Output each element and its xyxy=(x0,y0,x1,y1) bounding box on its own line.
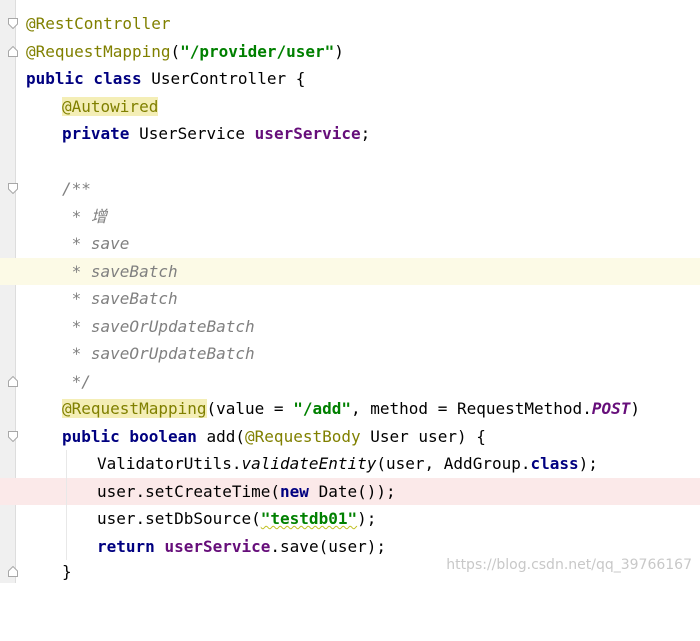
code-line-17[interactable]: ValidatorUtils.validateEntity(user, AddG… xyxy=(0,450,700,478)
fold-marker-icon[interactable] xyxy=(8,430,18,442)
static-constant: POST xyxy=(591,399,631,418)
doc-comment: /** xyxy=(62,179,91,198)
keyword: private xyxy=(62,124,130,143)
code-line-5[interactable]: private UserService userService; xyxy=(0,120,700,148)
static-method: validateEntity xyxy=(241,454,377,473)
code-text: , method = RequestMethod. xyxy=(351,399,592,418)
code-line-18-highlighted[interactable]: user.setCreateTime(new Date()); xyxy=(0,477,700,505)
string-literal: "/provider/user" xyxy=(180,41,335,61)
annotation: @RestController xyxy=(26,14,171,33)
code-line-2[interactable]: @RequestMapping("/provider/user") xyxy=(0,38,700,66)
annotation-highlighted: @Autowired xyxy=(62,96,159,116)
code-text: UserService xyxy=(129,124,255,143)
code-text: ) xyxy=(334,41,344,61)
indent-guide xyxy=(66,532,67,560)
code-line-10-current[interactable]: * saveBatch xyxy=(0,257,700,285)
code-text: } xyxy=(62,562,72,581)
fold-marker-icon[interactable] xyxy=(8,566,18,577)
code-text: ); xyxy=(578,454,598,473)
doc-comment: * saveOrUpdateBatch xyxy=(62,344,255,363)
doc-comment: * saveOrUpdateBatch xyxy=(62,316,255,336)
annotation: @RequestBody xyxy=(245,426,361,446)
code-text: add( xyxy=(196,426,246,446)
code-line-12[interactable]: * saveOrUpdateBatch xyxy=(0,313,700,341)
code-line-20[interactable]: return userService.save(user); xyxy=(0,532,700,560)
string-literal: "/add" xyxy=(293,399,351,418)
doc-comment: * 增 xyxy=(62,206,107,226)
field-name: userService xyxy=(254,124,361,143)
annotation-highlighted: @RequestMapping xyxy=(62,399,207,418)
code-text: (user, AddGroup. xyxy=(376,454,531,473)
fold-marker-icon[interactable] xyxy=(8,18,18,29)
code-text: ( xyxy=(170,41,181,61)
code-text: User user) { xyxy=(360,426,486,446)
code-text: user.setCreateTime( xyxy=(97,481,281,501)
doc-comment: * save xyxy=(62,234,130,253)
code-line-8[interactable]: * 增 xyxy=(0,203,700,231)
doc-comment: */ xyxy=(62,371,91,391)
code-text: ); xyxy=(357,509,377,528)
code-text: ValidatorUtils. xyxy=(97,454,242,473)
field-name: userService xyxy=(164,536,271,556)
fold-marker-icon[interactable] xyxy=(8,183,18,194)
code-line-16[interactable]: public boolean add(@RequestBody User use… xyxy=(0,423,700,451)
code-line-11[interactable]: * saveBatch xyxy=(0,285,700,313)
code-text: UserController { xyxy=(141,69,306,88)
doc-comment: * saveBatch xyxy=(62,261,178,281)
watermark: https://blog.csdn.net/qq_39766167 xyxy=(446,557,692,573)
code-text: ) xyxy=(630,399,640,418)
code-line-13[interactable]: * saveOrUpdateBatch xyxy=(0,340,700,368)
indent-guide xyxy=(66,450,67,478)
code-text: .save(user); xyxy=(270,536,386,556)
keyword: new xyxy=(280,481,309,501)
code-line-15[interactable]: @RequestMapping(value = "/add", method =… xyxy=(0,395,700,423)
string-literal: "testdb01" xyxy=(260,509,358,528)
fold-marker-icon[interactable] xyxy=(8,45,18,57)
code-line-7[interactable]: /** xyxy=(0,175,700,203)
code-line-1[interactable]: @RestController xyxy=(0,10,700,38)
code-line-6[interactable] xyxy=(0,148,700,176)
code-line-3[interactable]: public class UserController { xyxy=(0,65,700,93)
keyword: return xyxy=(97,536,155,556)
doc-comment: * saveBatch xyxy=(62,289,178,308)
code-text: user.setDbSource( xyxy=(97,509,261,528)
code-line-4[interactable]: @Autowired xyxy=(0,93,700,121)
code-line-9[interactable]: * save xyxy=(0,230,700,258)
code-text: Date()); xyxy=(308,481,396,501)
fold-marker-icon[interactable] xyxy=(8,375,18,387)
keyword: public boolean xyxy=(62,426,197,446)
annotation: @RequestMapping xyxy=(26,41,171,61)
keyword: public class xyxy=(26,69,142,88)
indent-guide xyxy=(66,477,67,505)
code-line-14[interactable]: */ xyxy=(0,368,700,396)
indent-guide xyxy=(66,505,67,533)
keyword: class xyxy=(530,454,579,473)
code-text: ; xyxy=(360,124,371,143)
code-text: (value = xyxy=(206,399,294,418)
code-line-19[interactable]: user.setDbSource("testdb01"); xyxy=(0,505,700,533)
